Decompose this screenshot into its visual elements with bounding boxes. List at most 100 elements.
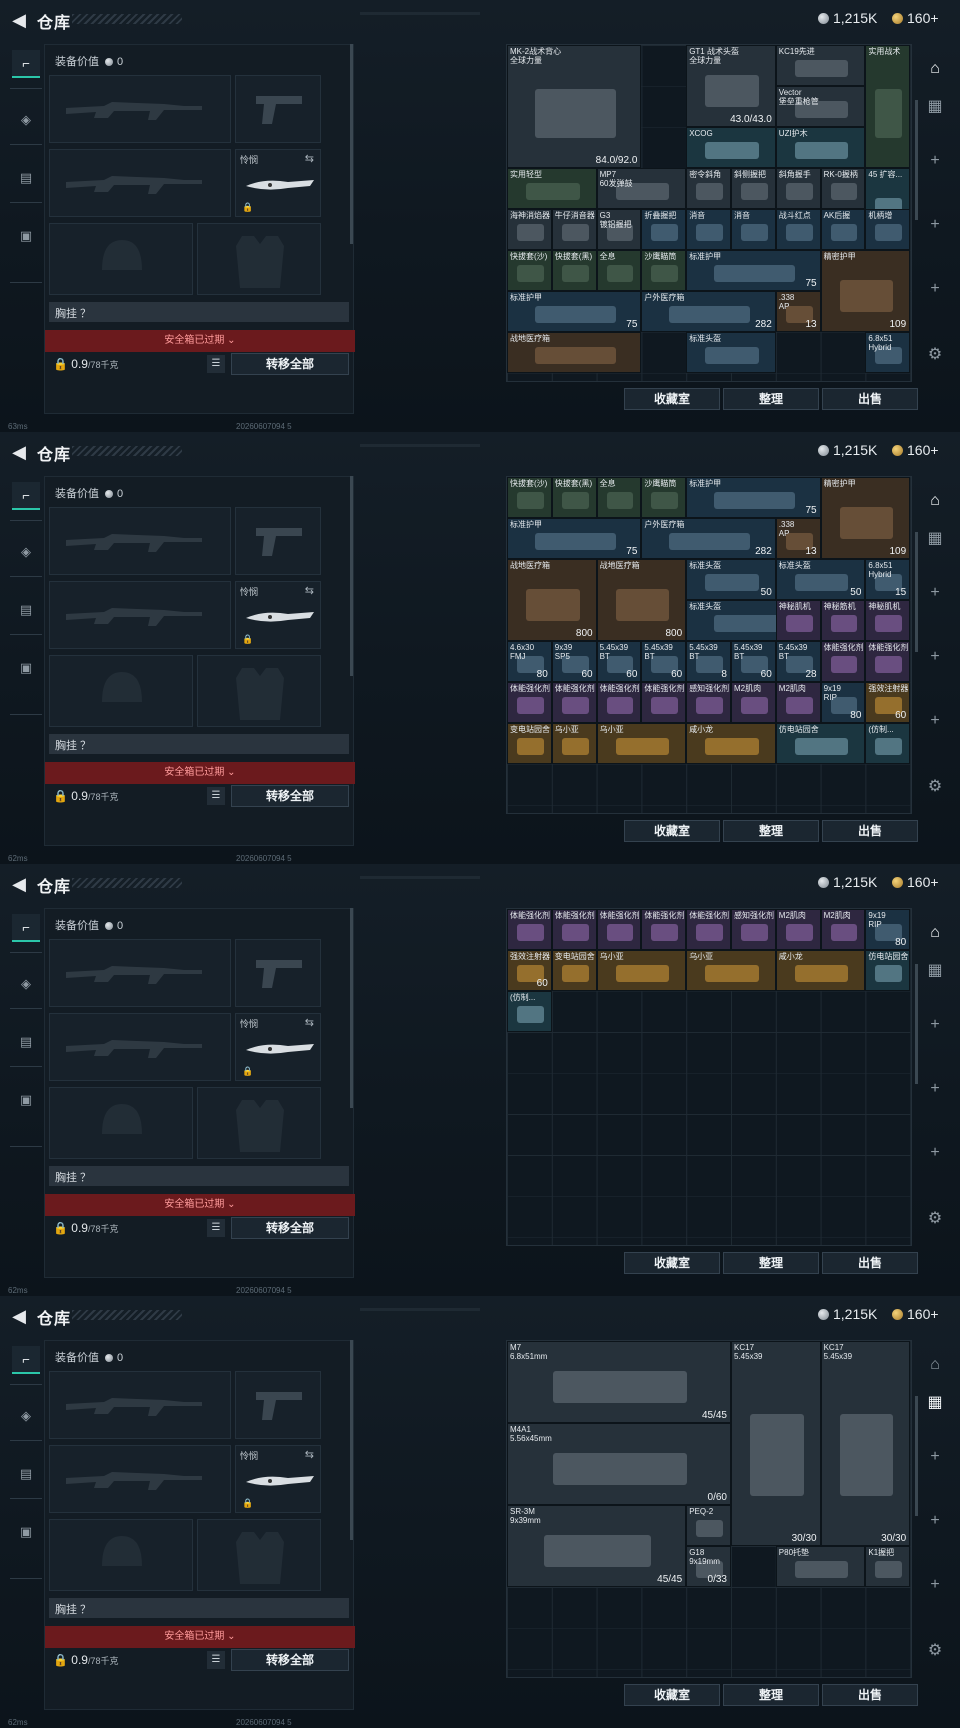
- weapon-rack-tab-icon[interactable]: ▦: [922, 958, 948, 984]
- settings-gear-icon[interactable]: ⚙: [922, 342, 948, 368]
- add-tab-icon[interactable]: +: [922, 1572, 948, 1598]
- inventory-item[interactable]: 5.45x39 BT 8: [686, 641, 731, 682]
- inventory-item[interactable]: 消音: [686, 209, 731, 250]
- inventory-item[interactable]: 快拔套(黑): [551, 477, 597, 518]
- briefcase-icon[interactable]: ▣: [12, 1518, 40, 1546]
- inventory-item[interactable]: 实用战术: [865, 45, 911, 168]
- gold-currency[interactable]: 160+: [892, 874, 939, 890]
- pistol-slot[interactable]: [235, 1371, 321, 1439]
- transfer-all-button[interactable]: 转移全部: [231, 1217, 349, 1239]
- inventory-item[interactable]: (仿制...: [507, 991, 552, 1032]
- inventory-item[interactable]: 9x19 RIP 80: [820, 682, 866, 723]
- inventory-item[interactable]: 乌小亚: [596, 950, 687, 991]
- inventory-item[interactable]: 户外医疗箱 282: [641, 518, 776, 559]
- inventory-item[interactable]: 体能强化剂: [865, 641, 911, 682]
- inventory-item[interactable]: 9x39 SP5 60: [551, 641, 597, 682]
- inventory-item[interactable]: P80托垫: [775, 1546, 866, 1587]
- settings-gear-icon[interactable]: ⚙: [922, 774, 948, 800]
- sell-button[interactable]: 出售: [822, 820, 918, 842]
- inventory-item[interactable]: 体能强化剂: [686, 909, 731, 950]
- chest-rig-slot[interactable]: 胸挂 ？: [49, 1166, 349, 1186]
- gun-icon[interactable]: ⌐: [12, 482, 40, 510]
- inventory-item[interactable]: GT1 战术头盔 全球力量 43.0/43.0: [686, 45, 776, 127]
- chest-rig-slot[interactable]: 胸挂 ？: [49, 302, 349, 322]
- inventory-item[interactable]: 斜侧握把: [731, 168, 776, 209]
- list-view-button[interactable]: ☰: [207, 1219, 225, 1237]
- inventory-item[interactable]: 5.45x39 BT 60: [731, 641, 776, 682]
- sort-button[interactable]: 整理: [723, 1252, 819, 1274]
- loadout-scrollbar[interactable]: [350, 908, 353, 1108]
- clipboard-icon[interactable]: ▤: [12, 1460, 40, 1488]
- inventory-item[interactable]: 咸小龙: [686, 723, 776, 764]
- inventory-item[interactable]: 标准头盔: [686, 332, 776, 373]
- secondary-weapon-slot[interactable]: [49, 1013, 231, 1081]
- inventory-item[interactable]: 海神消焰器: [507, 209, 552, 250]
- clipboard-icon[interactable]: ▤: [12, 164, 40, 192]
- back-icon[interactable]: ◀: [8, 9, 30, 31]
- inventory-item[interactable]: 感知强化剂: [731, 909, 776, 950]
- sort-button[interactable]: 整理: [723, 820, 819, 842]
- inventory-item[interactable]: KC19先进: [775, 45, 866, 86]
- pistol-slot[interactable]: [235, 75, 321, 143]
- inventory-item[interactable]: 体能强化剂: [820, 641, 866, 682]
- melee-slot[interactable]: 怜悯 ⇆ 🔒: [235, 581, 321, 649]
- warehouse-tab-icon[interactable]: ⌂: [922, 488, 948, 514]
- inventory-item[interactable]: 沙鹰瞄筒: [641, 250, 687, 291]
- collection-room-button[interactable]: 收藏室: [624, 1684, 720, 1706]
- melee-slot[interactable]: 怜悯 ⇆ 🔒: [235, 1445, 321, 1513]
- inventory-item[interactable]: 体能强化剂: [596, 909, 642, 950]
- safe-box-expired-banner[interactable]: 安全箱已过期 ⌄: [45, 762, 355, 784]
- armor-slot[interactable]: [197, 655, 321, 727]
- inventory-item[interactable]: M2肌肉: [820, 909, 866, 950]
- inventory-item[interactable]: PEQ-2: [686, 1505, 731, 1546]
- inventory-item[interactable]: G18 9x19mm 0/33: [686, 1546, 731, 1587]
- primary-weapon-slot[interactable]: [49, 75, 231, 143]
- inventory-item[interactable]: 户外医疗箱 282: [641, 291, 776, 332]
- gold-currency[interactable]: 160+: [892, 10, 939, 26]
- transfer-all-button[interactable]: 转移全部: [231, 1649, 349, 1671]
- inventory-item[interactable]: 折叠握把: [641, 209, 687, 250]
- inventory-item[interactable]: KC17 5.45x39 30/30: [731, 1341, 821, 1546]
- inventory-item[interactable]: 快拔套(沙): [507, 477, 552, 518]
- melee-slot[interactable]: 怜悯 ⇆ 🔒: [235, 149, 321, 217]
- inventory-item[interactable]: 战斗红点: [775, 209, 821, 250]
- inventory-item[interactable]: 体能强化剂: [641, 682, 687, 723]
- secondary-weapon-slot[interactable]: [49, 1445, 231, 1513]
- safe-box-expired-banner[interactable]: 安全箱已过期 ⌄: [45, 1626, 355, 1648]
- inventory-item[interactable]: 神秘肌机: [775, 600, 821, 641]
- loadout-scrollbar[interactable]: [350, 476, 353, 676]
- melee-slot[interactable]: 怜悯 ⇆ 🔒: [235, 1013, 321, 1081]
- briefcase-icon[interactable]: ▣: [12, 222, 40, 250]
- inventory-item[interactable]: (仿制...: [865, 723, 911, 764]
- helmet-slot[interactable]: [49, 655, 193, 727]
- inventory-item[interactable]: 神秘肌机: [865, 600, 911, 641]
- inventory-item[interactable]: 体能强化剂: [551, 682, 597, 723]
- inventory-item[interactable]: 精密护甲 109: [820, 250, 911, 332]
- transfer-all-button[interactable]: 转移全部: [231, 785, 349, 807]
- inventory-item[interactable]: M2肌肉: [731, 682, 776, 723]
- sort-button[interactable]: 整理: [723, 388, 819, 410]
- inventory-item[interactable]: AK后握: [820, 209, 866, 250]
- swap-icon[interactable]: ⇆: [305, 584, 314, 597]
- warehouse-tab-icon[interactable]: ⌂: [922, 1352, 948, 1378]
- inventory-item[interactable]: 变电站园舍: [507, 723, 552, 764]
- list-view-button[interactable]: ☰: [207, 355, 225, 373]
- back-icon[interactable]: ◀: [8, 873, 30, 895]
- armor-slot[interactable]: [197, 1519, 321, 1591]
- pistol-slot[interactable]: [235, 939, 321, 1007]
- add-tab-icon[interactable]: +: [922, 148, 948, 174]
- inventory-item[interactable]: 5.45x39 BT 60: [596, 641, 642, 682]
- add-tab-icon[interactable]: +: [922, 1140, 948, 1166]
- inventory-item[interactable]: 仿电站园舍: [865, 950, 911, 991]
- weapon-rack-tab-icon[interactable]: ▦: [922, 94, 948, 120]
- clipboard-icon[interactable]: ▤: [12, 596, 40, 624]
- collection-room-button[interactable]: 收藏室: [624, 388, 720, 410]
- inventory-item[interactable]: SR-3M 9x39mm 45/45: [507, 1505, 687, 1587]
- helmet-slot[interactable]: [49, 1087, 193, 1159]
- back-icon[interactable]: ◀: [8, 1305, 30, 1327]
- inventory-item[interactable]: 乌小亚: [686, 950, 776, 991]
- sell-button[interactable]: 出售: [822, 1252, 918, 1274]
- primary-weapon-slot[interactable]: [49, 939, 231, 1007]
- collection-room-button[interactable]: 收藏室: [624, 820, 720, 842]
- collection-room-button[interactable]: 收藏室: [624, 1252, 720, 1274]
